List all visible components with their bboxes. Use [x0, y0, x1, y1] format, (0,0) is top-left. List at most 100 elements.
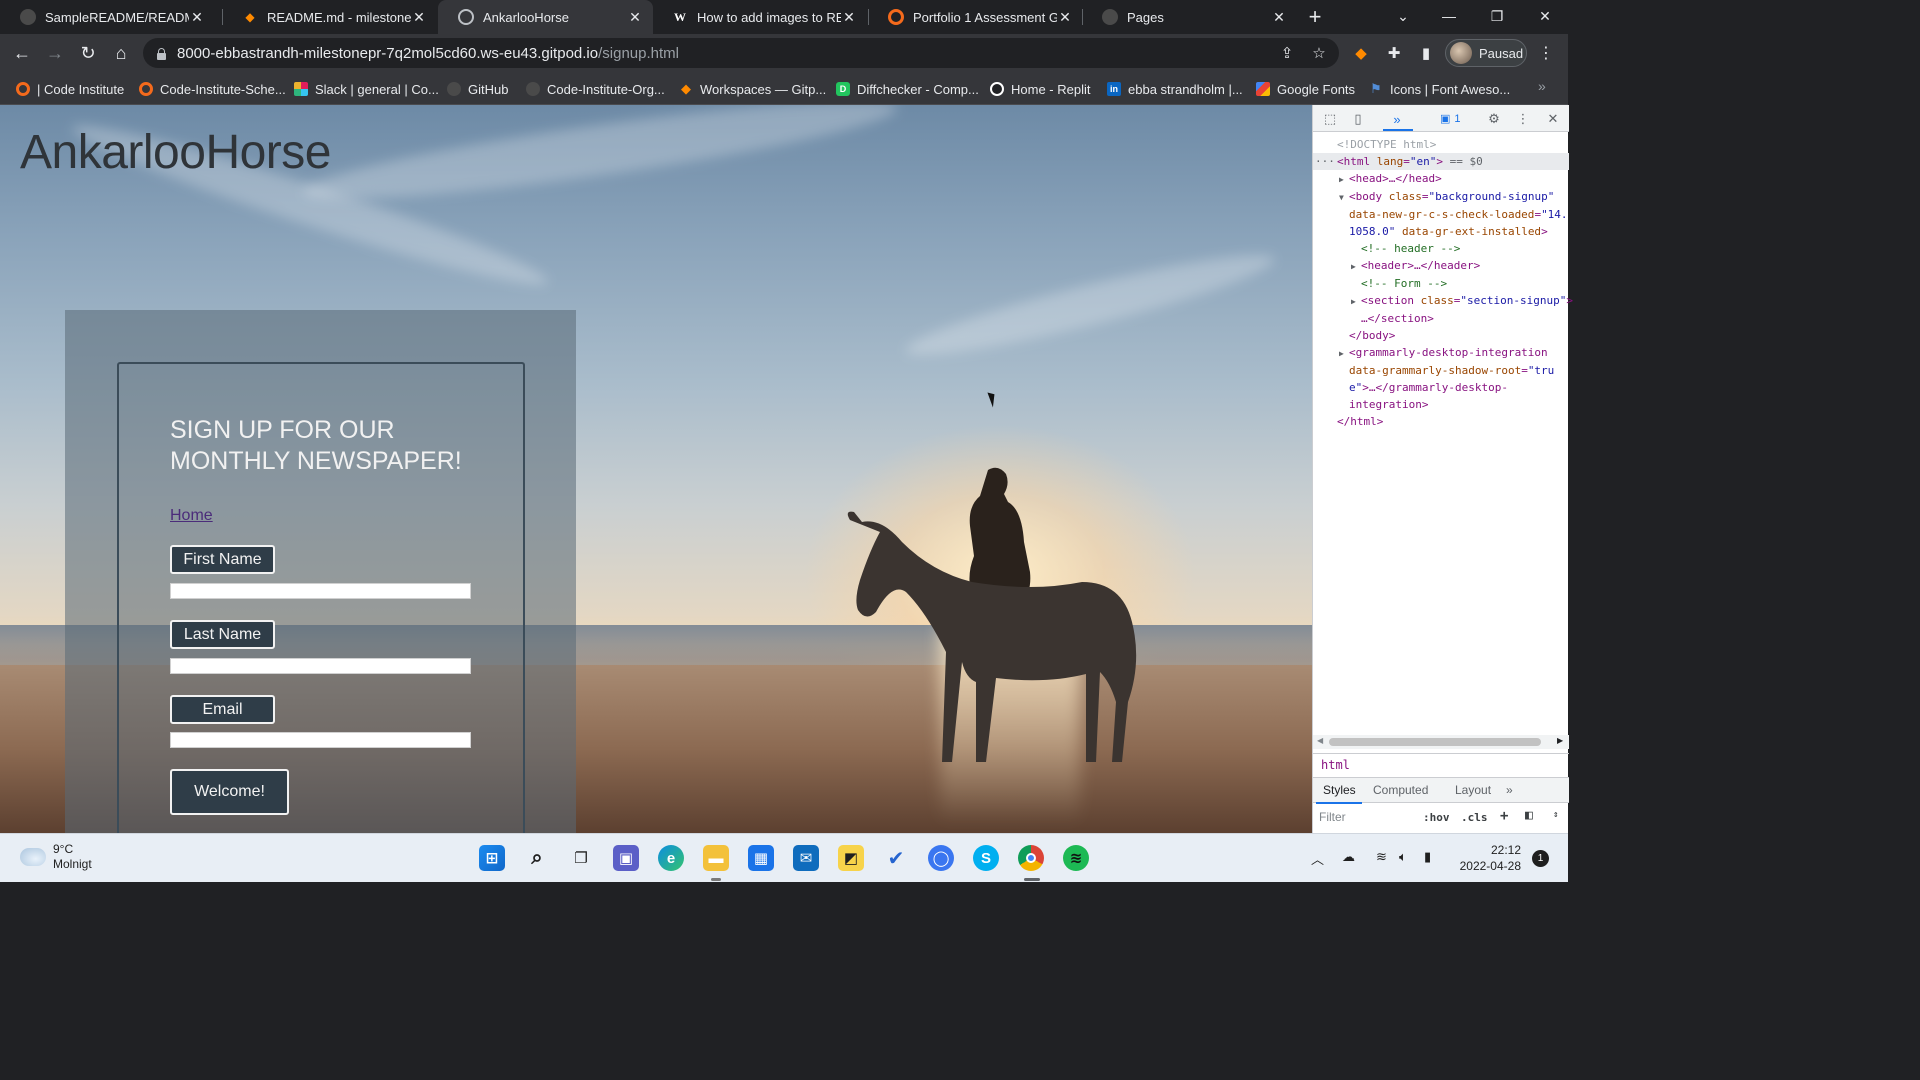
dom-node-line[interactable]: integration> — [1313, 396, 1569, 413]
new-tab-button[interactable]: + — [1302, 4, 1328, 29]
sticky-notes-icon[interactable]: ◩ — [838, 845, 864, 871]
browser-tab-sample-readme[interactable]: SampleREADME/README.m ✕ — [0, 0, 215, 34]
expand-triangle-icon[interactable]: ▶ — [1351, 258, 1361, 275]
todo-icon[interactable]: ✔ — [883, 845, 909, 871]
last-name-input[interactable] — [170, 658, 471, 674]
chrome-icon[interactable] — [1018, 845, 1044, 871]
browser-menu-icon[interactable]: ⋮ — [1536, 42, 1556, 64]
notification-badge[interactable]: 1 — [1532, 850, 1549, 867]
profile-button[interactable]: Pausad — [1445, 39, 1527, 67]
horizontal-scrollbar[interactable]: ◀ ▶ — [1313, 735, 1569, 749]
bookmark-star-icon[interactable]: ☆ — [1309, 43, 1329, 63]
close-icon[interactable]: ✕ — [1271, 9, 1287, 25]
lock-icon[interactable] — [155, 46, 167, 60]
expand-triangle-icon[interactable]: ▶ — [1339, 171, 1349, 188]
breadcrumb-item[interactable]: html — [1321, 758, 1350, 772]
bookmark-workspaces-gitpod[interactable]: ◆ Workspaces — Gitp... — [679, 78, 826, 100]
window-close-button[interactable]: ✕ — [1522, 0, 1568, 32]
dom-node-line[interactable]: data-grammarly-shadow-root="tru — [1313, 362, 1569, 379]
weather-widget[interactable]: 9°C Molnigt — [20, 842, 92, 872]
hov-toggle[interactable]: :hov — [1423, 811, 1450, 824]
close-icon[interactable]: ✕ — [627, 9, 643, 25]
onedrive-cloud-icon[interactable]: ☁ — [1342, 849, 1355, 865]
dom-node-line[interactable]: …</section> — [1313, 310, 1569, 327]
share-icon[interactable]: ⇪ — [1277, 43, 1297, 63]
expand-triangle-icon[interactable]: ▶ — [1339, 345, 1349, 362]
file-explorer-icon[interactable]: ▬ — [703, 845, 729, 871]
device-toolbar-icon[interactable]: ▯ — [1349, 110, 1367, 128]
email-input[interactable] — [170, 732, 471, 748]
browser-tab-portfolio-guide[interactable]: Portfolio 1 Assessment Gui ✕ — [868, 0, 1083, 34]
mail-icon[interactable]: ✉ — [793, 845, 819, 871]
reload-button[interactable]: ↻ — [75, 41, 101, 65]
bookmark-code-institute-org[interactable]: Code-Institute-Org... — [526, 78, 665, 100]
dom-node-line[interactable]: <!-- header --> — [1313, 240, 1569, 257]
system-clock[interactable]: 22:12 2022-04-28 — [1455, 842, 1521, 874]
inspect-element-icon[interactable]: ⬚ — [1321, 110, 1339, 128]
more-panels-icon[interactable]: » — [1388, 110, 1406, 128]
minimize-button[interactable]: — — [1426, 0, 1472, 32]
dom-node-line[interactable]: ▶ <head>…</head> — [1313, 170, 1569, 188]
close-icon[interactable]: ✕ — [841, 9, 857, 25]
tab-styles[interactable]: Styles — [1323, 783, 1356, 797]
bookmark-google-fonts[interactable]: Google Fonts — [1256, 78, 1355, 100]
dom-node-line[interactable]: </html> — [1313, 413, 1569, 430]
close-icon[interactable]: ✕ — [1057, 9, 1073, 25]
devtools-menu-icon[interactable]: ⋮ — [1514, 110, 1532, 128]
elements-dom-tree[interactable]: <!DOCTYPE html> ··· <html lang="en"> == $0… — [1313, 136, 1573, 430]
microsoft-store-icon[interactable]: ▦ — [748, 845, 774, 871]
bookmark-replit[interactable]: Home - Replit — [990, 78, 1090, 100]
new-style-rule-icon[interactable]: + — [1500, 808, 1508, 824]
welcome-submit-button[interactable]: Welcome! — [170, 769, 289, 815]
forward-button[interactable]: → — [42, 41, 68, 65]
signal-icon[interactable]: ◯ — [928, 845, 954, 871]
teams-chat-icon[interactable]: ▣ — [613, 845, 639, 871]
cls-toggle[interactable]: .cls — [1461, 811, 1488, 824]
home-button[interactable]: ⌂ — [108, 41, 134, 65]
dom-node-line[interactable]: ▶ <header>…</header> — [1313, 257, 1569, 275]
close-icon[interactable]: ✕ — [189, 9, 205, 25]
restore-button[interactable]: ❐ — [1474, 0, 1520, 32]
browser-tab-pages[interactable]: Pages ✕ — [1082, 0, 1297, 34]
bookmark-slack[interactable]: Slack | general | Co... — [294, 78, 439, 100]
toggle-sidebar-icon[interactable]: ◧ — [1525, 808, 1533, 823]
spotify-icon[interactable]: ≋ — [1063, 845, 1089, 871]
settings-gear-icon[interactable]: ⚙ — [1485, 110, 1503, 128]
dom-node-line[interactable]: <!DOCTYPE html> — [1313, 136, 1569, 153]
dom-breadcrumb[interactable]: html — [1313, 753, 1569, 775]
bookmark-code-institute[interactable]: | Code Institute — [16, 78, 124, 100]
scroll-arrows-icon[interactable]: ⇕ — [1553, 810, 1558, 820]
gitpod-extension-icon[interactable]: ◆ — [1350, 42, 1372, 64]
dom-node-line[interactable]: ▼ <body class="background-signup" — [1313, 188, 1569, 206]
extensions-puzzle-icon[interactable]: ✚ — [1383, 42, 1405, 64]
edge-icon[interactable]: e — [658, 845, 684, 871]
search-icon[interactable]: ⌕ — [524, 845, 550, 871]
first-name-input[interactable] — [170, 583, 471, 599]
dom-node-line[interactable]: ▶ <grammarly-desktop-integration — [1313, 344, 1569, 362]
devtools-close-icon[interactable]: ✕ — [1544, 110, 1562, 128]
filter-input[interactable]: Filter — [1319, 810, 1419, 824]
expand-triangle-icon[interactable]: ▼ — [1339, 189, 1349, 206]
dom-node-line[interactable]: <!-- Form --> — [1313, 275, 1569, 292]
more-tabs-icon[interactable]: » — [1506, 783, 1513, 797]
scrollbar-thumb[interactable] — [1329, 738, 1541, 746]
bookmarks-overflow-icon[interactable]: » — [1538, 78, 1546, 94]
dom-node-line[interactable]: </body> — [1313, 327, 1569, 344]
tab-computed[interactable]: Computed — [1373, 783, 1428, 797]
dom-node-line[interactable]: 1058.0" data-gr-ext-installed> — [1313, 223, 1569, 240]
bookmark-diffchecker[interactable]: D Diffchecker - Comp... — [836, 78, 979, 100]
bookmark-github[interactable]: GitHub — [447, 78, 508, 100]
volume-icon[interactable]: 🔈︎ — [1399, 849, 1407, 865]
home-link[interactable]: Home — [170, 507, 213, 525]
close-icon[interactable]: ✕ — [411, 9, 427, 25]
skype-icon[interactable]: S — [973, 845, 999, 871]
browser-tab-readme-md[interactable]: ◆ README.md - milestone-pr ✕ — [222, 0, 437, 34]
dom-node-line[interactable]: ··· <html lang="en"> == $0 — [1313, 153, 1569, 170]
tab-search-chevron-icon[interactable]: ⌄ — [1380, 0, 1426, 32]
bookmark-code-institute-schedule[interactable]: Code-Institute-Sche... — [139, 78, 286, 100]
expand-triangle-icon[interactable]: ▶ — [1351, 293, 1361, 310]
battery-icon[interactable]: ▮ — [1424, 849, 1431, 865]
scroll-left-icon[interactable]: ◀ — [1317, 736, 1323, 745]
tray-overflow-icon[interactable]: ︿ — [1311, 849, 1324, 868]
browser-tab-ankarloohorse[interactable]: AnkarlooHorse ✕ — [438, 0, 653, 34]
